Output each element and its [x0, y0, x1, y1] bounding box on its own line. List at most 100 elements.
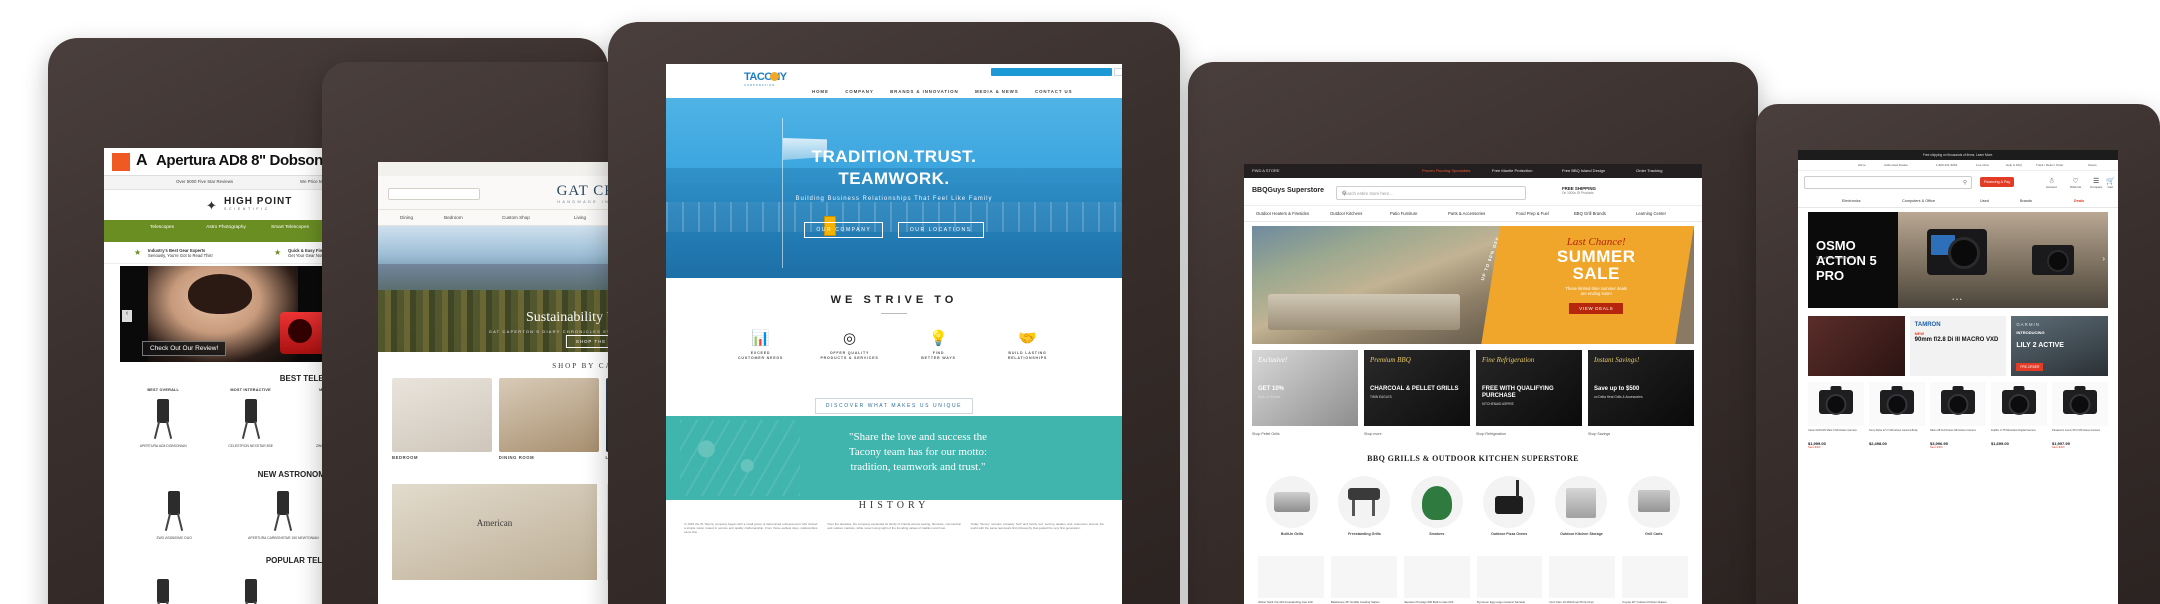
bq-promo-tile[interactable]: Premium BBQ CHARCOAL & PELLET GRILLS TWI… [1364, 350, 1470, 426]
cm-product[interactable]: Fujifilm X-T5 Mirrorless Digital Camera $… [1991, 382, 2047, 449]
tc-nav-item-2[interactable]: BRANDS & INNOVATION [890, 89, 958, 94]
gc-nav-item-0[interactable]: Dining [400, 215, 413, 220]
chevron-right-icon[interactable]: › [2102, 254, 2105, 263]
bq-logo[interactable]: BBQGuys Superstore [1252, 187, 1324, 194]
hp-nav-item-0[interactable]: Telescopes [130, 225, 194, 231]
cm-compare-icon-group[interactable]: ☰ Compare [2090, 177, 2102, 189]
hp-best-card[interactable]: MOST INTERACTIVE CELESTRON NEXSTAR 8SE [209, 388, 292, 448]
cm-util-6[interactable]: Stores [2088, 163, 2097, 167]
cm-product[interactable]: Sony Alpha a7 IV Mirrorless Camera Body $… [1869, 382, 1925, 449]
bq-tile-link-0[interactable]: Shop Pellet Grills [1252, 432, 1358, 436]
tc-nav-item-1[interactable]: COMPANY [845, 89, 873, 94]
bq-top-link-2[interactable]: Free BBQ Island Design [1562, 168, 1605, 173]
cm-cart-icon-group[interactable]: 🛒 Cart [2106, 177, 2115, 189]
gc-category-cell[interactable]: DINING ROOM [498, 378, 599, 460]
gc-category-cell[interactable]: BEDROOM [392, 378, 492, 460]
cm-product-save: Save $400 [1930, 446, 1943, 449]
cm-nav-item-4[interactable]: Deals [2074, 199, 2084, 203]
bq-top-link-0[interactable]: Proven Flooring Specialists [1422, 168, 1470, 173]
tc-nav-item-0[interactable]: HOME [812, 89, 829, 94]
search-icon[interactable]: ⚲ [1342, 190, 1520, 197]
bq-product[interactable]: Napoleon Prestige 500 Built-In Gas Grill… [1403, 556, 1470, 604]
bq-product[interactable]: Big Green Egg Large Ceramic Kamado$1,199… [1476, 556, 1543, 604]
cm-promo-garmin[interactable]: GARMIN INTRODUCING LILY 2 ACTIVE PRE-ORD… [2011, 316, 2108, 376]
bq-top-link-1[interactable]: Free Mantle Protection [1492, 168, 1532, 173]
bq-product[interactable]: Weber Spirit II E-310 Freestanding Gas G… [1258, 556, 1324, 604]
bq-tile-link-3[interactable]: Shop Savings [1588, 432, 1694, 436]
bq-nav-item-3[interactable]: Parts & Accessories [1448, 211, 1485, 216]
cm-util-3[interactable]: Live Chat [1976, 163, 1989, 167]
bq-product[interactable]: Ooni Karu 16 Multi-Fuel Pizza Oven$799.0… [1549, 556, 1616, 604]
screen-bbqguys: FIND A STORE Proven Flooring Specialists… [1244, 164, 1702, 604]
bq-tile-link-1[interactable]: Shop more [1364, 432, 1470, 436]
search-icon[interactable]: ⚲ [1963, 180, 1967, 186]
hp-nav-item-1[interactable]: Astro Photography [194, 225, 258, 231]
gc-nav-item-1[interactable]: Bedroom [444, 215, 463, 220]
bq-nav-item-6[interactable]: Learning Center [1636, 211, 1666, 216]
bq-product[interactable]: Blackstone 36" Griddle Cooking Station$7… [1330, 556, 1397, 604]
cm-util-4[interactable]: Help & FAQ [2006, 163, 2022, 167]
hp-hero-prev-arrow-icon[interactable]: ‹ [122, 310, 132, 322]
bq-tile-link-2[interactable]: Shop Refrigeration [1476, 432, 1582, 436]
tc-nav-item-3[interactable]: MEDIA & NEWS [975, 89, 1019, 94]
cm-nav-item-0[interactable]: Electronics [1842, 199, 1861, 203]
bq-product-image [1549, 556, 1616, 598]
tc-nav-item-4[interactable]: CONTACT US [1035, 89, 1072, 94]
cm-util-2[interactable]: 1-800-221-5662 [1936, 163, 1957, 167]
bq-promo-tile[interactable]: Exclusive! GET 10% Back w/ Rebate [1252, 350, 1358, 426]
gc-nav-item-3[interactable]: Living [574, 215, 586, 220]
bq-category[interactable]: Outdoor Pizza Ovens [1477, 476, 1541, 536]
hp-new-card[interactable]: APERTURA CARBONSTAR 150 NEWTONIAN [231, 484, 336, 540]
tc-logo[interactable]: TACONY CORPORATION [744, 71, 787, 87]
cm-promo-portrait[interactable] [1808, 316, 1905, 376]
tc-search-input[interactable] [1114, 68, 1122, 76]
bq-product[interactable]: Coyote 30" Outdoor Kitchen Drawer$1,099.… [1622, 556, 1688, 604]
hp-best-card[interactable]: BEST OVERALL APERTURA AD8 DOBSONIAN [122, 388, 205, 448]
cm-hero-banner[interactable]: OSMO ACTION 5 PRO The all-new action cam… [1808, 212, 2108, 308]
cm-nav-item-3[interactable]: Brands [2020, 199, 2032, 203]
tc-discover-button[interactable]: DISCOVER WHAT MAKES US UNIQUE [814, 398, 974, 414]
cm-hero-carousel-dots[interactable]: ••• [1952, 297, 1963, 303]
cm-nav-item-2[interactable]: Used [1980, 199, 1989, 203]
tc-hero-button-locations[interactable]: OUR LOCATIONS [897, 222, 984, 238]
bq-category[interactable]: Outdoor Kitchen Storage [1549, 476, 1613, 536]
hp-new-card[interactable]: ZWO ASI2600MC DUO [122, 484, 227, 540]
bq-promo-tile[interactable]: Fine Refrigeration FREE WITH QUALIFYING … [1476, 350, 1582, 426]
cm-product-grid: Canon EOS R6 Mark II Mirrorless Camera $1… [1808, 382, 2108, 449]
cm-financing-button[interactable]: Financing & Pay [1980, 177, 2015, 187]
cm-product[interactable]: Canon EOS R6 Mark II Mirrorless Camera $1… [1808, 382, 1864, 449]
gc-feature-block[interactable]: American [392, 484, 597, 580]
bq-promo-tile[interactable]: Instant Savings! Save up to $500 on Delt… [1588, 350, 1694, 426]
hp-nav-item-2[interactable]: Smart Telescopes [258, 225, 322, 231]
bq-hero-banner[interactable]: UP TO 60% OFF Last Chance! SUMMER SALE Th… [1252, 226, 1694, 344]
hp-hero-review-button[interactable]: Check Out Our Review! [142, 341, 227, 356]
bq-hero-cta-button[interactable]: VIEW DEALS [1568, 302, 1623, 314]
cm-search-input[interactable]: ⚲ [1804, 176, 1972, 189]
bq-category[interactable]: Smokers [1405, 476, 1469, 536]
cm-product[interactable]: Panasonic Lumix S5 II Mirrorless Camera $… [2052, 382, 2108, 449]
hp-popular-card[interactable] [122, 572, 205, 604]
tc-hero-button-company[interactable]: OUR COMPANY [804, 222, 884, 238]
bq-category[interactable]: Freestanding Grills [1332, 476, 1396, 536]
bq-category[interactable]: Grill Carts [1622, 476, 1686, 536]
bq-nav-item-2[interactable]: Patio Furniture [1390, 211, 1417, 216]
gc-nav-item-2[interactable]: Custom Shop [502, 215, 530, 220]
bq-category[interactable]: Built-In Grills [1260, 476, 1324, 536]
cm-promo-tamron[interactable]: TAMRON NEW 90mm f/2.8 Di III MACRO VXD [1909, 316, 2007, 376]
gc-search-input[interactable] [388, 188, 480, 200]
hp-logo[interactable]: HIGH POINT SCIENTIFIC [224, 196, 292, 211]
cm-account-icon-group[interactable]: ☃ Account [2046, 177, 2057, 189]
bq-find-store-link[interactable]: FIND A STORE [1252, 168, 1280, 173]
hp-popular-card[interactable] [209, 572, 292, 604]
cm-promo-cta[interactable]: PRE-ORDER [2016, 363, 2044, 371]
cm-nav-item-1[interactable]: Computers & Office [1902, 199, 1935, 203]
cm-wishlist-icon-group[interactable]: ♡ Wish list [2070, 177, 2081, 189]
cm-product[interactable]: Nikon Z8 Full-Frame Mirrorless Camera $3,… [1930, 382, 1986, 449]
bq-nav-item-5[interactable]: BBQ Grill Brands [1574, 211, 1606, 216]
cm-util-5[interactable]: Track / Return Order [2036, 163, 2063, 167]
bq-top-link-3[interactable]: Order Tracking [1636, 168, 1662, 173]
bq-nav-item-1[interactable]: Outdoor Kitchens [1330, 211, 1362, 216]
bq-search-input[interactable]: Search entire store here... ⚲ [1336, 186, 1526, 200]
bq-nav-item-4[interactable]: Food Prep & Fuel [1516, 211, 1549, 216]
bq-nav-item-0[interactable]: Outdoor Heaters & Firesides [1256, 211, 1309, 216]
